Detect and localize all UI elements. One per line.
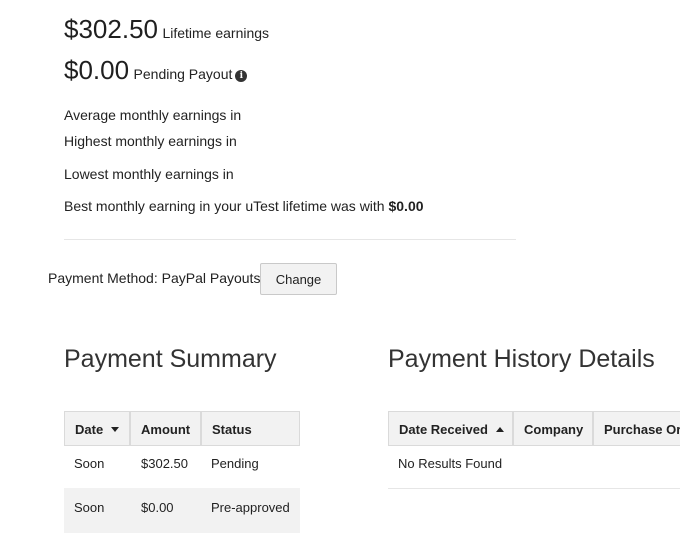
column-header-amount[interactable]: Amount <box>130 411 201 446</box>
column-header-company[interactable]: Company <box>513 411 593 446</box>
payment-history-table: Date Received Company Purchase Or No Res… <box>388 411 680 491</box>
lowest-monthly-earnings: Lowest monthly earnings in <box>64 166 234 182</box>
lifetime-earnings: $302.50 Lifetime earnings <box>64 14 269 45</box>
divider <box>64 239 516 240</box>
table-bottom-border <box>388 488 680 489</box>
lifetime-label: Lifetime earnings <box>162 25 270 41</box>
sort-desc-icon <box>111 427 120 432</box>
best-monthly-text: Best monthly earning in your uTest lifet… <box>64 198 385 214</box>
row-amount: $302.50 <box>141 456 188 471</box>
row-status: Pre-approved <box>211 500 290 515</box>
empty-results-message: No Results Found <box>398 456 503 471</box>
payment-history-title: Payment History Details <box>388 345 655 373</box>
lifetime-amount: $302.50 <box>64 14 158 44</box>
payment-summary-table: Date Amount Status Soon $302.50 Pending … <box>64 411 300 533</box>
payment-summary-title: Payment Summary <box>64 345 277 373</box>
row-date: Soon <box>74 456 105 471</box>
column-header-date[interactable]: Date <box>64 411 130 446</box>
average-monthly-earnings: Average monthly earnings in <box>64 107 242 123</box>
column-header-status[interactable]: Status <box>201 411 300 446</box>
pending-payout: $0.00 Pending Payout i <box>64 55 248 86</box>
change-payment-method-button[interactable]: Change <box>260 263 337 295</box>
pending-amount: $0.00 <box>64 55 130 85</box>
column-header-purchase-order[interactable]: Purchase Or <box>593 411 680 446</box>
best-monthly-earning: Best monthly earning in your uTest lifet… <box>64 198 424 214</box>
row-status: Pending <box>211 456 259 471</box>
payment-method-label: Payment Method: PayPal Payouts <box>48 270 261 286</box>
row-amount: $0.00 <box>141 500 174 515</box>
info-icon[interactable]: i <box>235 70 248 82</box>
row-date: Soon <box>74 500 105 515</box>
table-row: Soon $0.00 Pre-approved <box>64 488 300 533</box>
highest-monthly-earnings: Highest monthly earnings in <box>64 133 237 149</box>
best-monthly-value: $0.00 <box>388 198 424 214</box>
pending-label: Pending Payout <box>133 66 233 82</box>
column-header-date-received[interactable]: Date Received <box>388 411 513 446</box>
sort-asc-icon <box>495 427 504 432</box>
